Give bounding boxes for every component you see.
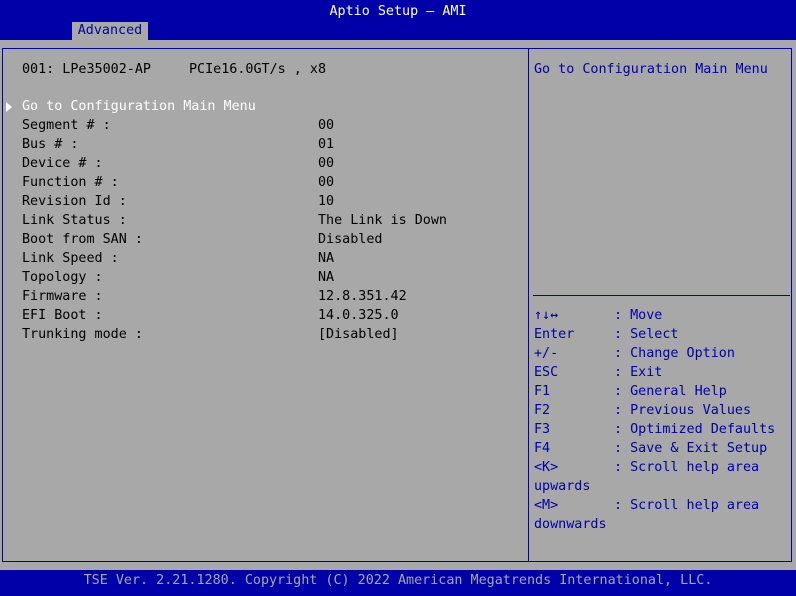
panel-divider bbox=[528, 48, 529, 562]
help-text: Go to Configuration Main Menu bbox=[534, 62, 768, 77]
key-f3: F3 bbox=[534, 422, 551, 437]
field-value: NA bbox=[318, 251, 335, 266]
field-value: 00 bbox=[318, 118, 335, 133]
key-desc: : Exit bbox=[614, 365, 663, 380]
field-value: 00 bbox=[318, 156, 335, 171]
key-desc: : Scroll help area bbox=[614, 498, 760, 513]
field-label: Topology : bbox=[22, 270, 103, 285]
field-value: 12.8.351.42 bbox=[318, 289, 407, 304]
field-label: EFI Boot : bbox=[22, 308, 103, 323]
field-label: Segment # : bbox=[22, 118, 111, 133]
field-label: Link Speed : bbox=[22, 251, 119, 266]
key-desc: : Optimized Defaults bbox=[614, 422, 776, 437]
key-f4: F4 bbox=[534, 441, 551, 456]
field-label: Boot from SAN : bbox=[22, 232, 143, 247]
device-id: 001: LPe35002-AP bbox=[22, 62, 151, 77]
submenu-arrow-icon bbox=[6, 102, 12, 112]
key-desc: : General Help bbox=[614, 384, 727, 399]
key-desc: : Save & Exit Setup bbox=[614, 441, 768, 456]
key-desc: : Previous Values bbox=[614, 403, 752, 418]
field-label: Bus # : bbox=[22, 137, 79, 152]
key-f2: F2 bbox=[534, 403, 551, 418]
field-value: 14.0.325.0 bbox=[318, 308, 399, 323]
field-value: 10 bbox=[318, 194, 335, 209]
footer-bar: TSE Ver. 2.21.1280. Copyright (C) 2022 A… bbox=[0, 570, 796, 596]
device-link-speed-header: PCIe16.0GT/s , x8 bbox=[189, 62, 327, 77]
copyright-text: TSE Ver. 2.21.1280. Copyright (C) 2022 A… bbox=[83, 573, 713, 588]
trunking-mode-label: Trunking mode : bbox=[22, 327, 143, 342]
help-divider bbox=[533, 295, 790, 296]
key-m-continued: downwards bbox=[534, 517, 607, 532]
key-desc: : Move bbox=[614, 308, 663, 323]
field-value: 01 bbox=[318, 137, 335, 152]
setup-panel: 001: LPe35002-AP PCIe16.0GT/s , x8 Go to… bbox=[0, 40, 796, 570]
title-bar: Aptio Setup – AMI Advanced bbox=[0, 0, 796, 40]
key-k: <K> bbox=[534, 460, 559, 475]
goto-config-menu-item[interactable]: Go to Configuration Main Menu bbox=[22, 97, 256, 116]
field-value: The Link is Down bbox=[318, 213, 447, 228]
field-label: Revision Id : bbox=[22, 194, 127, 209]
key-desc: : Change Option bbox=[614, 346, 735, 361]
app-title: Aptio Setup – AMI bbox=[329, 4, 467, 19]
field-label: Firmware : bbox=[22, 289, 103, 304]
field-label: Function # : bbox=[22, 175, 119, 190]
key-k-continued: upwards bbox=[534, 479, 591, 494]
tab-advanced[interactable]: Advanced bbox=[72, 22, 148, 40]
field-label: Link Status : bbox=[22, 213, 127, 228]
key-esc: ESC bbox=[534, 365, 559, 380]
field-value: NA bbox=[318, 270, 335, 285]
field-label: Device # : bbox=[22, 156, 103, 171]
key-desc: : Select bbox=[614, 327, 679, 342]
key-desc: : Scroll help area bbox=[614, 460, 760, 475]
key-plus-minus: +/- bbox=[534, 346, 559, 361]
trunking-mode-option[interactable]: [Disabled] bbox=[318, 325, 399, 344]
key-f1: F1 bbox=[534, 384, 551, 399]
field-value: Disabled bbox=[318, 232, 383, 247]
key-move: ↑↓↔ bbox=[534, 308, 559, 323]
field-value: 00 bbox=[318, 175, 335, 190]
key-m: <M> bbox=[534, 498, 559, 513]
key-enter: Enter bbox=[534, 327, 575, 342]
